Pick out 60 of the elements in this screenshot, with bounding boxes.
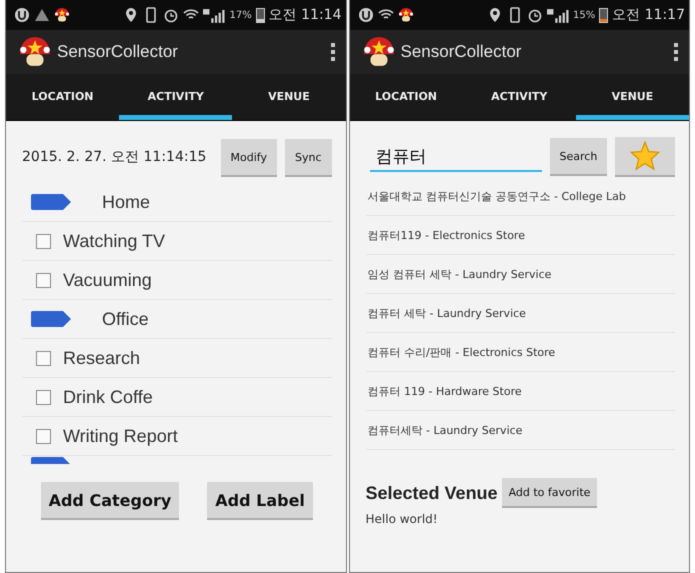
app-logo-icon [362, 36, 396, 68]
checkbox[interactable] [36, 234, 51, 248]
selected-venue-text: Hello world! [366, 512, 439, 526]
action-button[interactable]: Sync [284, 139, 332, 177]
activity-label: Drink Coffe [63, 386, 153, 408]
activity-label: Writing Report [63, 426, 178, 446]
venue-result[interactable]: 서울대학교 컴퓨터신기술 공동연구소 - College Lab [368, 188, 626, 204]
battery-percent: 17% [229, 10, 252, 20]
mushroom-icon [398, 7, 414, 23]
venue-result[interactable]: 컴퓨터세탁 - Laundry Service [368, 422, 522, 438]
star-icon [630, 141, 660, 171]
add-button[interactable]: Add Category [40, 482, 180, 520]
category-label: Office [102, 308, 149, 330]
circle-u-icon [14, 7, 30, 23]
tab[interactable]: LOCATION [350, 74, 463, 120]
tab[interactable]: VENUE [232, 74, 346, 120]
venue-result[interactable]: 컴퓨터 세탁 - Laundry Service [368, 306, 526, 320]
battery-percent: 15% [572, 10, 596, 20]
alarm-icon [163, 7, 180, 23]
venue-result[interactable]: 임성 컴퓨터 세탁 - Laundry Service [368, 266, 552, 282]
add-button[interactable]: Add Label [207, 482, 313, 520]
overflow-menu-icon[interactable] [673, 42, 679, 62]
selected-venue-heading: Selected Venue [366, 482, 498, 504]
action-button[interactable]: Modify [220, 139, 277, 177]
add-to-favorite-button[interactable]: Add to favorite [502, 478, 598, 508]
activity-label: Research [63, 348, 140, 368]
clock-time: 오전 11:14 [268, 6, 342, 24]
signal-icon [203, 8, 226, 22]
category-tag-icon [30, 310, 72, 328]
search-field[interactable]: 컴퓨터 [370, 142, 542, 172]
checkbox[interactable] [36, 272, 51, 288]
checkbox[interactable] [36, 350, 51, 366]
venue-result[interactable]: 컴퓨터119 - Electronics Store [368, 228, 525, 242]
category-label: Home [102, 192, 150, 212]
warning-icon [34, 7, 50, 23]
battery-icon [256, 7, 265, 23]
tab[interactable]: VENUE [576, 74, 689, 120]
tab[interactable]: ACTIVITY [119, 74, 232, 120]
activity-label: Vacuuming [63, 270, 152, 290]
clock-time: 오전 11:17 [612, 6, 685, 24]
category-tag-icon [30, 193, 72, 211]
app-logo-icon [18, 36, 52, 68]
checkbox[interactable] [36, 428, 51, 444]
alarm-icon [526, 7, 543, 23]
circle-u-icon [358, 7, 374, 23]
favorite-button[interactable] [615, 137, 675, 177]
overflow-menu-icon[interactable] [330, 42, 336, 62]
app-title: SensorCollector [400, 42, 522, 62]
timestamp-text: 2015. 2. 27. 오전 11:14:15 [22, 148, 208, 166]
activity-label: Watching TV [63, 230, 166, 252]
search-button[interactable]: Search [550, 138, 608, 176]
tab[interactable]: LOCATION [6, 74, 120, 120]
checkbox[interactable] [36, 390, 51, 404]
venue-result[interactable]: 컴퓨터 119 - Hardware Store [368, 384, 522, 398]
venue-result[interactable]: 컴퓨터 수리/판매 - Electronics Store [368, 344, 556, 360]
tab[interactable]: ACTIVITY [462, 74, 576, 120]
app-title: SensorCollector [57, 42, 179, 62]
mushroom-icon [54, 7, 70, 23]
signal-icon [546, 8, 569, 22]
battery-icon [599, 7, 608, 23]
